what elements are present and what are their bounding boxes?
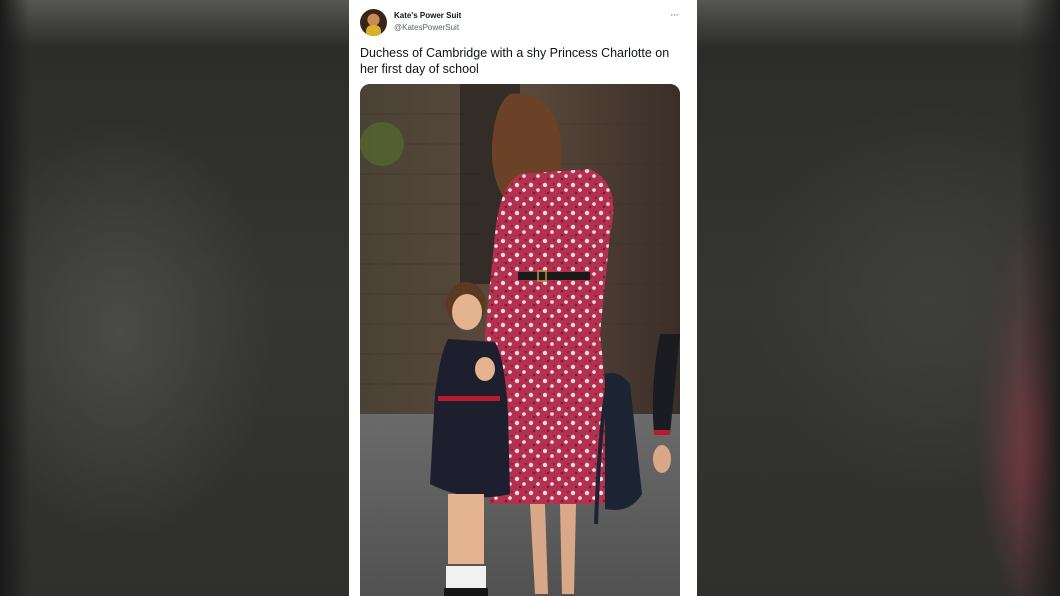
backdrop-shade-left	[0, 0, 30, 596]
more-horizontal-icon[interactable]: ···	[665, 8, 683, 22]
tweet-text: Duchess of Cambridge with a shy Princess…	[360, 46, 670, 76]
author-handle[interactable]: @KatesPowerSuit	[394, 23, 459, 32]
girl-face	[452, 294, 482, 330]
girl-coat	[430, 339, 510, 498]
girl-socks	[446, 566, 486, 588]
edge-person-hand	[653, 445, 671, 473]
ivy-leaves	[360, 122, 404, 166]
girl-shoes	[444, 588, 488, 596]
avatar-outfit	[366, 25, 381, 36]
photo-illustration	[360, 84, 680, 596]
tweet-card: Kate's Power Suit @KatesPowerSuit ··· Du…	[349, 0, 697, 596]
author-avatar[interactable]	[360, 9, 387, 36]
backdrop-shade-right	[1020, 0, 1060, 596]
girl-hand	[475, 357, 495, 381]
girl-red-belt	[438, 396, 500, 401]
girl-legs	[448, 494, 484, 564]
tweet-photo[interactable]	[360, 84, 680, 596]
author-display-name[interactable]: Kate's Power Suit	[394, 11, 461, 20]
woman-belt	[518, 272, 590, 280]
edge-person-cuff	[654, 430, 670, 435]
